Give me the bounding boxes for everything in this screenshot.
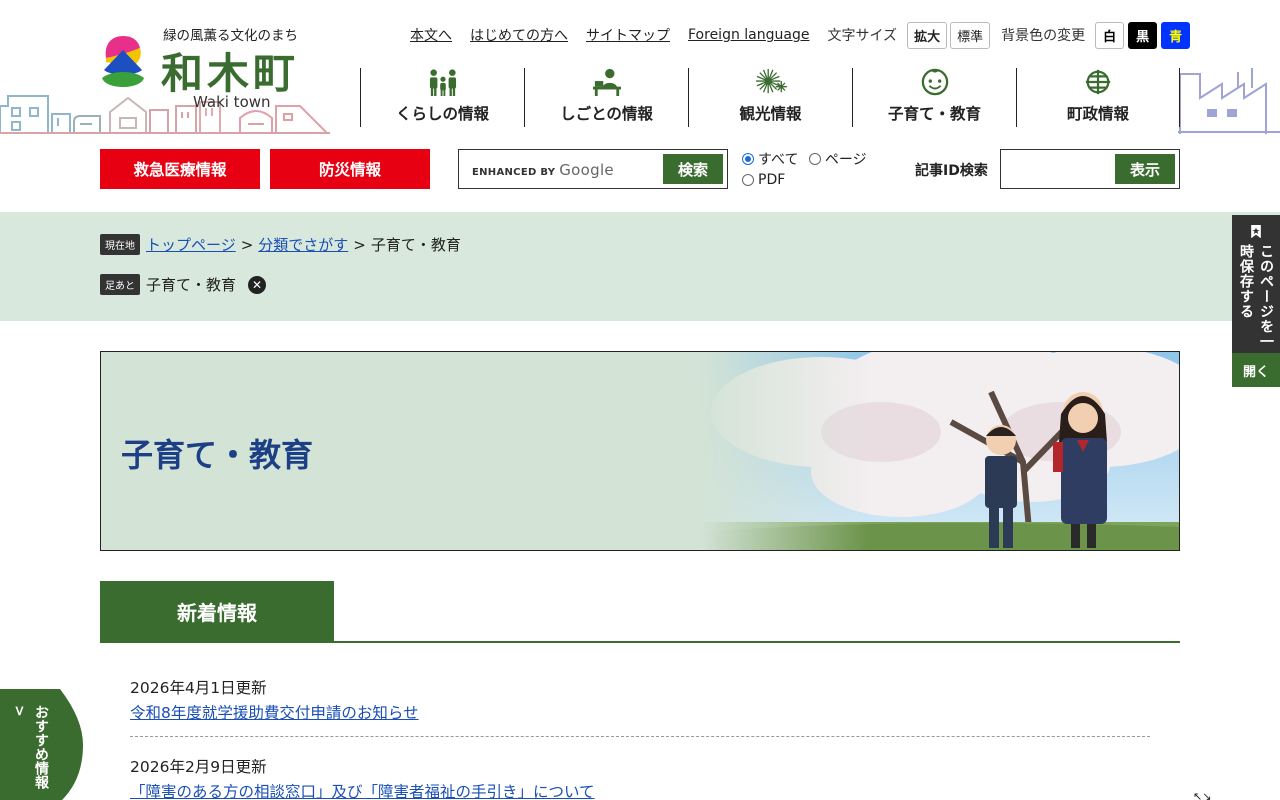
enhanced-by-label: ENHANCED BY xyxy=(472,167,556,178)
news-heading-rule xyxy=(100,641,1180,643)
site-search-form: ENHANCED BY Google 検索 xyxy=(458,149,728,189)
search-scope-pdf-label: PDF xyxy=(758,171,786,188)
article-id-input[interactable]: 表示 xyxy=(1000,149,1180,189)
search-scope-pdf[interactable]: PDF xyxy=(742,169,785,190)
background-color-label: 背景色の変更 xyxy=(1001,28,1086,44)
bookmark-star-icon xyxy=(1251,225,1261,239)
breadcrumb-separator: > xyxy=(240,235,254,254)
utility-bar: 本文へ はじめての方へ サイトマップ Foreign language 文字サイ… xyxy=(410,21,1194,49)
bg-white-button[interactable]: 白 xyxy=(1095,21,1125,49)
disaster-prevention-button[interactable]: 防災情報 xyxy=(270,149,430,189)
search-scope-page[interactable]: ページ xyxy=(808,148,867,169)
current-location-tag: 現在地 xyxy=(100,234,140,255)
font-size-label: 文字サイズ xyxy=(827,28,898,44)
gnav-town-government[interactable]: 町政情報 xyxy=(1016,68,1180,127)
visit-history: 足あと 子育て・教育 ✕ xyxy=(100,274,267,295)
emergency-medical-button[interactable]: 救急医療情報 xyxy=(100,149,260,189)
worker-desk-icon xyxy=(592,68,621,96)
article-id-search-label: 記事ID検索 xyxy=(915,163,988,179)
search-scope-options: すべて ページ PDF xyxy=(742,148,882,190)
search-scope-all-label: すべて xyxy=(758,151,799,168)
gnav-living[interactable]: くらしの情報 xyxy=(360,68,524,127)
font-size-enlarge-button[interactable]: 拡大 xyxy=(907,21,948,49)
logo-title[interactable]: 和木町 xyxy=(161,40,299,101)
family-icon xyxy=(429,69,456,96)
search-scope-all[interactable]: すべて xyxy=(742,148,798,169)
radio-unchecked-icon xyxy=(742,173,754,186)
first-visit-link[interactable]: はじめての方へ xyxy=(470,25,568,45)
logo-english-name: Waki town xyxy=(193,93,271,111)
news-date: 2026年2月9日更新 xyxy=(130,758,267,776)
breadcrumb-top-link[interactable]: トップページ xyxy=(146,234,236,255)
fireworks-icon xyxy=(755,68,787,94)
save-page-label: このページを一時保存する xyxy=(1238,244,1274,350)
font-size-standard-button[interactable]: 標準 xyxy=(950,21,991,49)
foreign-language-link[interactable]: Foreign language xyxy=(688,27,809,43)
site-header: 緑の風薫る文化のまち 和木町 Waki town 本文へ はじめての方へ サイト… xyxy=(0,0,1280,212)
recommended-info-tab[interactable]: おすすめ​情報 > xyxy=(0,689,83,800)
news-date: 2026年4月1日更新 xyxy=(130,679,267,697)
history-tag: 足あと xyxy=(100,274,140,295)
breadcrumb-band: 現在地 トップページ > 分類でさがす > 子育て・教育 足あと 子育て・教育 … xyxy=(0,212,1280,321)
factory-skyline-illustration xyxy=(1178,68,1280,134)
gnav-tourism[interactable]: 観光情報 xyxy=(688,68,852,127)
recommended-info-label: おすすめ​情報 > xyxy=(11,705,49,789)
radio-checked-icon xyxy=(742,152,754,165)
cherry-blossom-children-photo xyxy=(701,352,1179,550)
breadcrumb: 現在地 トップページ > 分類でさがす > 子育て・教育 xyxy=(100,234,461,255)
global-navigation: くらしの情報 しごとの情報 観光情報 子育て・教育 町政情報 xyxy=(360,68,1180,127)
close-icon[interactable]: ✕ xyxy=(248,275,267,294)
news-heading-tab[interactable]: 新着情報 xyxy=(100,581,334,642)
gnav-work-label: しごとの情報 xyxy=(560,105,653,123)
sitemap-link[interactable]: サイトマップ xyxy=(586,25,670,45)
bg-blue-button[interactable]: 青 xyxy=(1161,21,1191,49)
news-divider xyxy=(130,736,1150,737)
news-link[interactable]: 「障害のある方の相談窓口」及び「障害者福祉の手引き」について xyxy=(130,780,595,800)
town-emblem-icon xyxy=(1085,69,1111,95)
breadcrumb-category-link[interactable]: 分類でさがす xyxy=(258,234,348,255)
search-button[interactable]: 検索 xyxy=(663,154,723,184)
news-item: 2026年4月1日更新 令和8年度就学援助費交付申請のお知らせ xyxy=(130,676,419,723)
category-hero-banner: 子育て・教育 xyxy=(100,351,1180,551)
gnav-childcare-education[interactable]: 子育て・教育 xyxy=(852,68,1016,127)
open-saved-pages-button[interactable]: 開く xyxy=(1232,353,1280,387)
news-item: 2026年2月9日更新 「障害のある方の相談窓口」及び「障害者福祉の手引き」につ… xyxy=(130,755,595,800)
gnav-work[interactable]: しごとの情報 xyxy=(524,68,688,127)
news-link[interactable]: 令和8年度就学援助費交付申請のお知らせ xyxy=(130,701,419,723)
search-input[interactable]: ENHANCED BY Google xyxy=(472,161,614,179)
gnav-tourism-label: 観光情報 xyxy=(739,105,802,123)
breadcrumb-current: 子育て・教育 xyxy=(370,236,461,254)
save-page-tab-body: このページを一時保存する xyxy=(1232,215,1280,353)
radio-unchecked-icon xyxy=(808,152,821,165)
history-item[interactable]: 子育て・教育 xyxy=(146,274,236,295)
cursor-icon: ↖↘ xyxy=(1193,790,1212,800)
search-scope-page-label: ページ xyxy=(824,151,867,168)
skip-to-content-link[interactable]: 本文へ xyxy=(410,25,452,45)
page-title: 子育て・教育 xyxy=(121,436,314,474)
town-logo-mark xyxy=(102,36,144,87)
child-face-icon xyxy=(921,68,948,96)
gnav-living-label: くらしの情報 xyxy=(395,105,489,123)
gnav-government-label: 町政情報 xyxy=(1066,105,1129,123)
google-label: Google xyxy=(559,161,614,179)
breadcrumb-separator: > xyxy=(353,235,366,254)
gnav-childcare-label: 子育て・教育 xyxy=(887,105,981,123)
article-id-show-button[interactable]: 表示 xyxy=(1115,154,1175,184)
bg-black-button[interactable]: 黒 xyxy=(1128,21,1158,49)
save-page-tab[interactable]: このページを一時保存する 開く xyxy=(1232,215,1280,387)
